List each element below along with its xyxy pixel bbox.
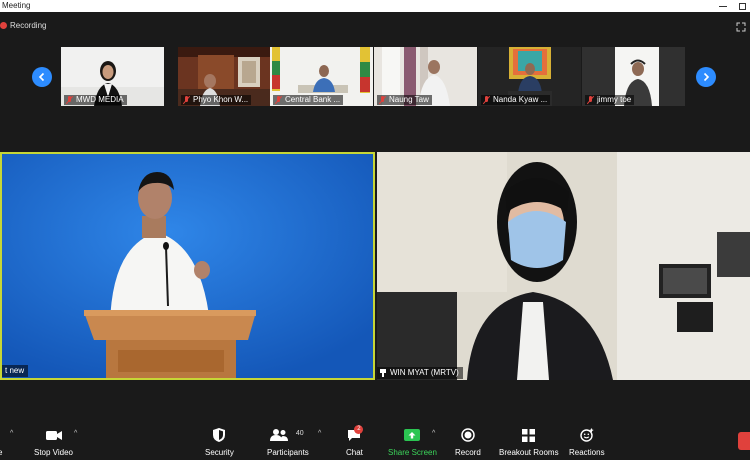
participant-name: WIN MYAT (MRTV) <box>390 368 459 377</box>
audio-options-caret-icon[interactable]: ^ <box>10 430 13 437</box>
participants-button[interactable]: 40 Participants <box>267 428 309 457</box>
chat-unread-badge: 2 <box>354 425 364 434</box>
participant-video-large[interactable]: WIN MYAT (MRTV) <box>377 152 750 380</box>
video-camera-icon <box>45 430 62 440</box>
maximize-icon[interactable] <box>739 2 746 10</box>
participant-thumbnail[interactable]: MWD MEDIA <box>61 47 164 106</box>
muted-mic-icon <box>183 96 190 104</box>
end-meeting-button[interactable] <box>738 432 750 450</box>
reactions-smiley-icon <box>580 428 593 442</box>
stop-video-label: Stop Video <box>34 448 73 457</box>
breakout-rooms-label: Breakout Rooms <box>499 448 559 457</box>
active-speaker-video[interactable]: t new <box>0 152 375 380</box>
stop-video-button[interactable]: Stop Video <box>34 428 73 457</box>
fullscreen-icon[interactable] <box>736 19 746 32</box>
speaker-video-feed <box>2 154 373 378</box>
recording-label: Recording <box>10 20 47 30</box>
muted-mic-icon <box>483 96 490 104</box>
participant-video-feed <box>377 152 750 380</box>
chevron-left-icon <box>38 72 45 82</box>
security-button[interactable]: Security <box>205 428 234 457</box>
record-button[interactable]: Record <box>455 428 481 457</box>
participants-count: 40 <box>295 430 304 437</box>
security-label: Security <box>205 448 234 457</box>
muted-mic-icon <box>587 96 594 104</box>
muted-mic-icon <box>66 96 73 104</box>
chevron-right-icon <box>703 72 710 82</box>
chat-label: Chat <box>346 448 363 457</box>
share-screen-label: Share Screen <box>388 448 437 457</box>
participants-label: Participants <box>267 448 309 457</box>
breakout-rooms-button[interactable]: Breakout Rooms <box>499 428 559 457</box>
participants-options-caret-icon[interactable]: ^ <box>318 430 321 437</box>
participant-thumbnail[interactable]: Phyo Khon W... <box>178 47 281 106</box>
participant-name: Naung Taw <box>389 95 429 104</box>
muted-mic-icon <box>379 96 386 104</box>
participants-icon <box>269 429 288 441</box>
video-options-caret-icon[interactable]: ^ <box>74 430 77 437</box>
pin-icon <box>380 369 386 377</box>
participant-name: Phyo Khon W... <box>193 95 249 104</box>
participant-name: Nanda Kyaw ... <box>493 95 548 104</box>
participant-name-tag: WIN MYAT (MRTV) <box>377 367 463 379</box>
speaker-name-tag: t new <box>2 365 29 377</box>
share-screen-button[interactable]: Share Screen <box>388 428 437 457</box>
shield-icon <box>213 428 226 442</box>
reactions-label: Reactions <box>569 448 605 457</box>
meeting-toolbar: e ^ Stop Video ^ Security 40 Participant… <box>0 420 750 460</box>
audio-label: e <box>0 448 3 457</box>
participant-name: Central Bank ... <box>285 95 341 104</box>
muted-mic-icon <box>275 96 282 104</box>
minimize-icon[interactable] <box>719 2 727 10</box>
record-label: Record <box>455 448 481 457</box>
recording-dot-icon <box>0 21 7 29</box>
record-icon <box>461 428 475 442</box>
share-options-caret-icon[interactable]: ^ <box>432 430 435 437</box>
recording-indicator: Recording <box>0 18 46 32</box>
window-title: Meeting <box>2 1 31 10</box>
reactions-button[interactable]: Reactions <box>569 428 605 457</box>
participant-thumbnail[interactable]: Naung Taw <box>374 47 477 106</box>
participant-thumbnail[interactable]: Nanda Kyaw ... <box>478 47 581 106</box>
next-page-button[interactable] <box>696 67 716 87</box>
window-titlebar: Meeting <box>0 0 750 12</box>
chat-button[interactable]: 2 Chat <box>346 425 364 457</box>
share-screen-icon <box>404 429 421 441</box>
participant-name: jimmy toe <box>597 95 632 104</box>
audio-button-partial[interactable]: e <box>0 428 2 457</box>
prev-page-button[interactable] <box>32 67 52 87</box>
participant-name: MWD MEDIA <box>76 95 124 104</box>
participant-thumbnail[interactable]: Central Bank ... <box>270 47 373 106</box>
breakout-rooms-icon <box>522 428 536 442</box>
participant-thumbnail[interactable]: jimmy toe <box>582 47 685 106</box>
speaker-name: t new <box>5 366 25 375</box>
